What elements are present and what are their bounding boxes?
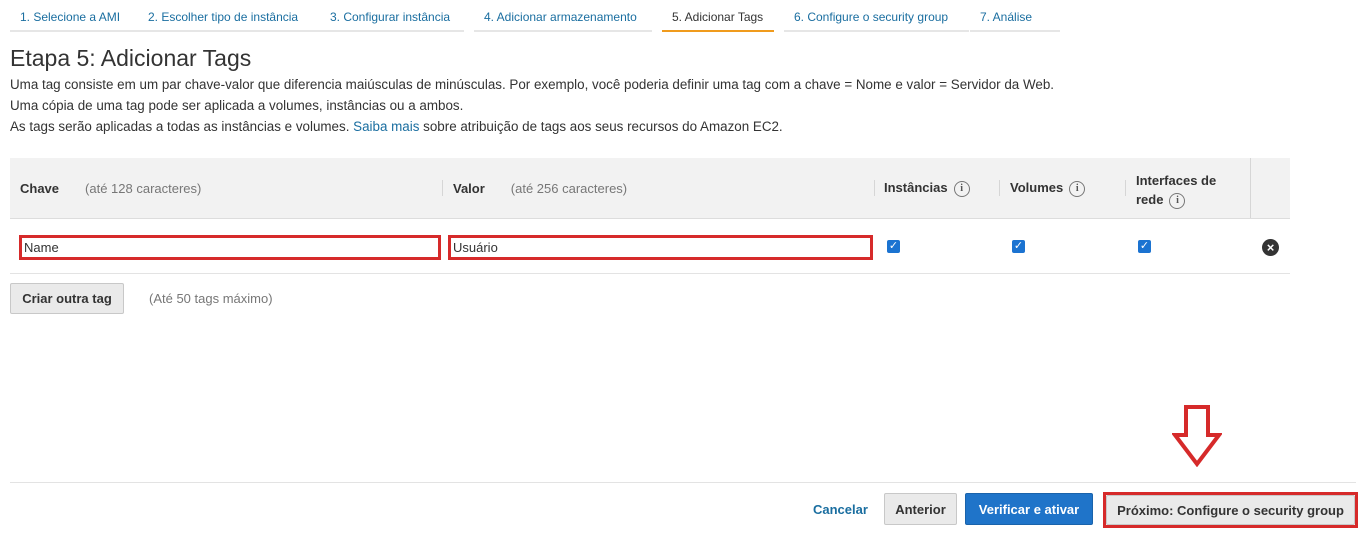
- description-line-3-text: As tags serão aplicadas a todas as instâ…: [10, 119, 350, 134]
- learn-more-link[interactable]: Saiba mais: [353, 119, 419, 134]
- info-icon[interactable]: i: [1069, 180, 1086, 197]
- column-volumes-label: Volumes: [1010, 180, 1064, 195]
- description-line-3-tail: sobre atribuição de tags aos seus recurs…: [423, 119, 783, 134]
- step-instance-type[interactable]: 2. Escolher tipo de instância: [138, 0, 321, 32]
- page-title: Etapa 5: Adicionar Tags: [10, 45, 252, 71]
- step-add-storage[interactable]: 4. Adicionar armazenamento: [474, 0, 652, 32]
- column-value-label: Valor: [453, 181, 485, 196]
- column-divider: [1250, 158, 1251, 218]
- column-volumes: Volumes i: [1010, 180, 1086, 197]
- remove-tag-icon[interactable]: ×: [1262, 239, 1279, 256]
- footer-divider: [10, 482, 1356, 483]
- volumes-checkbox[interactable]: ✓: [1012, 240, 1025, 253]
- network-interfaces-checkbox[interactable]: ✓: [1138, 240, 1151, 253]
- step-security-group[interactable]: 6. Configure o security group: [784, 0, 969, 32]
- info-icon[interactable]: i: [1169, 192, 1186, 209]
- column-instances: Instâncias i: [884, 180, 970, 197]
- create-tag-button[interactable]: Criar outra tag: [10, 283, 124, 314]
- column-divider: [442, 180, 443, 196]
- instances-checkbox[interactable]: ✓: [887, 240, 900, 253]
- review-and-launch-button[interactable]: Verificar e ativar: [965, 493, 1093, 525]
- column-divider: [999, 180, 1000, 196]
- column-key-hint: (até 128 caracteres): [85, 181, 202, 196]
- step-select-ami[interactable]: 1. Selecione a AMI: [10, 0, 138, 32]
- column-key-label: Chave: [20, 181, 60, 196]
- info-icon[interactable]: i: [953, 180, 970, 197]
- down-arrow-icon: [1172, 405, 1222, 467]
- tag-key-input[interactable]: [19, 235, 441, 260]
- tag-value-input[interactable]: [448, 235, 873, 260]
- tag-limit-hint: (Até 50 tags máximo): [149, 291, 273, 306]
- column-network-interfaces: Interfaces de rede i: [1136, 171, 1216, 209]
- column-value: Valor (até 256 caracteres): [453, 181, 627, 196]
- column-network-label-line1: Interfaces de: [1136, 173, 1217, 188]
- description-line-2: Uma cópia de uma tag pode ser aplicada a…: [10, 98, 464, 113]
- column-divider: [1125, 180, 1126, 196]
- next-configure-security-group-button[interactable]: Próximo: Configure o security group: [1106, 495, 1355, 525]
- step-review[interactable]: 7. Análise: [970, 0, 1060, 32]
- table-row: ✓ ✓ ✓ ×: [10, 219, 1290, 274]
- column-network-label-line2: rede: [1136, 192, 1164, 207]
- description-line-3: As tags serão aplicadas a todas as instâ…: [10, 119, 783, 134]
- column-instances-label: Instâncias: [884, 180, 948, 195]
- description-line-1: Uma tag consiste em um par chave-valor q…: [10, 77, 1054, 92]
- tags-table-header: Chave (até 128 caracteres) Valor (até 256 …: [10, 158, 1290, 219]
- column-divider: [874, 180, 875, 196]
- step-configure-instance[interactable]: 3. Configurar instância: [320, 0, 464, 32]
- previous-button[interactable]: Anterior: [884, 493, 957, 525]
- column-value-hint: (até 256 caracteres): [510, 181, 628, 196]
- step-add-tags[interactable]: 5. Adicionar Tags: [662, 0, 774, 32]
- cancel-link[interactable]: Cancelar: [813, 502, 868, 517]
- column-key: Chave (até 128 caracteres): [20, 181, 201, 196]
